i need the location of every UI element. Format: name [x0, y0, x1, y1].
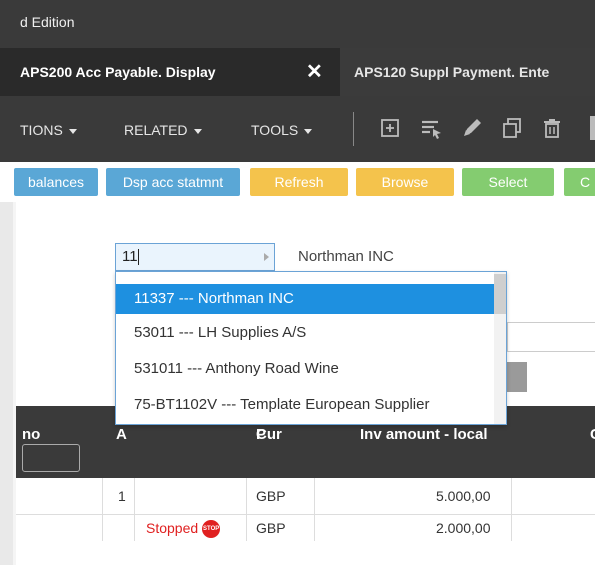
supplier-name-label: Northman INC: [298, 248, 394, 265]
col-header-a: A: [116, 426, 127, 443]
app-title: d Edition: [20, 14, 75, 30]
select-list-icon[interactable]: [419, 116, 443, 140]
menu-label: TOOLS: [251, 122, 299, 138]
cell-amount: 5.000,00: [436, 488, 491, 504]
table-row[interactable]: Stopped STOP GBP 2.000,00: [16, 515, 595, 542]
menu-related[interactable]: RELATED: [124, 122, 202, 138]
chevron-down-icon: [304, 128, 313, 134]
col-header-no: no: [22, 426, 41, 443]
more-icon[interactable]: [590, 116, 595, 140]
menu-toolbar: TIONS RELATED TOOLS: [0, 96, 595, 162]
app-title-bar: d Edition: [0, 0, 595, 48]
cell-cur: GBP: [256, 488, 286, 504]
menu-label: RELATED: [124, 122, 188, 138]
menu-actions[interactable]: TIONS: [20, 122, 77, 138]
copy-icon[interactable]: [500, 116, 524, 140]
col-header-c: C: [590, 426, 595, 443]
menu-label: TIONS: [20, 122, 63, 138]
add-icon[interactable]: [378, 116, 402, 140]
col-divider: [134, 478, 135, 514]
delete-icon[interactable]: [540, 116, 564, 140]
col-divider: [102, 478, 103, 514]
balances-button[interactable]: balances: [14, 168, 98, 196]
tab-label: APS120 Suppl Payment. Ente: [354, 64, 550, 80]
col-header-cur: Cur: [256, 426, 282, 443]
dropdown-option[interactable]: 53011 --- LH Supplies A/S: [116, 318, 494, 348]
col-divider: [246, 478, 247, 514]
table-row[interactable]: 1 GBP 5.000,00: [16, 478, 595, 515]
col-divider: [102, 515, 103, 541]
action-button-row: balances Dsp acc statmnt Refresh Browse …: [0, 162, 595, 202]
stop-icon: STOP: [202, 520, 221, 539]
col-header-inv-amount: Inv amount - local: [360, 426, 488, 443]
dropdown-option[interactable]: 531011 --- Anthony Road Wine: [116, 354, 494, 384]
browse-button[interactable]: Browse: [356, 168, 454, 196]
grid-bottom-area: [16, 541, 595, 565]
col-divider: [314, 515, 315, 541]
search-value: 11: [122, 248, 138, 265]
chevron-down-icon: [193, 128, 202, 134]
dropdown-option[interactable]: 75-BT1102V --- Template European Supplie…: [116, 390, 494, 420]
dsp-acc-statmnt-button[interactable]: Dsp acc statmnt: [106, 168, 240, 196]
refresh-button[interactable]: Refresh: [250, 168, 348, 196]
cell-a: 1: [118, 488, 126, 504]
c-button[interactable]: C: [564, 168, 595, 196]
text-cursor: [137, 249, 139, 266]
tab-aps120[interactable]: APS120 Suppl Payment. Ente: [340, 48, 595, 96]
edit-icon[interactable]: [460, 116, 484, 140]
filter-input[interactable]: [22, 444, 80, 472]
tab-bar: APS200 Acc Payable. Display ✕ APS120 Sup…: [0, 48, 595, 96]
col-divider: [246, 515, 247, 541]
col-divider: [511, 478, 512, 514]
select-button[interactable]: Select: [462, 168, 554, 196]
toolbar-divider: [353, 112, 354, 146]
col-divider: [134, 515, 135, 541]
close-icon[interactable]: ✕: [306, 59, 323, 84]
col-divider: [511, 515, 512, 541]
chevron-right-icon[interactable]: [264, 253, 269, 261]
dropdown-scrollbar-thumb[interactable]: [494, 274, 506, 314]
tab-aps200[interactable]: APS200 Acc Payable. Display ✕: [0, 48, 340, 96]
gray-button[interactable]: [507, 362, 527, 392]
col-divider: [314, 478, 315, 514]
chevron-down-icon: [68, 128, 77, 134]
tab-label: APS200 Acc Payable. Display: [20, 64, 216, 80]
supplier-dropdown[interactable]: 11337 --- Northman INC 53011 --- LH Supp…: [115, 271, 507, 425]
dropdown-option[interactable]: 11337 --- Northman INC: [116, 284, 494, 314]
supplier-search-input[interactable]: 11: [115, 243, 275, 271]
detail-field[interactable]: [507, 322, 595, 352]
stopped-status: Stopped: [146, 520, 199, 536]
menu-tools[interactable]: TOOLS: [251, 122, 313, 138]
